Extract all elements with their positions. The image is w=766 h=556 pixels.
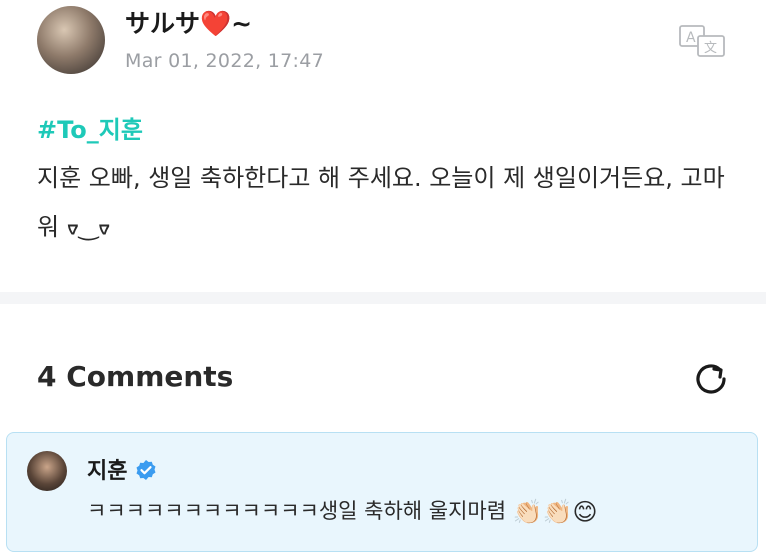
section-divider: [0, 292, 766, 304]
comment-text-body: ㅋㅋㅋㅋㅋㅋㅋㅋㅋㅋㅋㅋ생일 축하해 울지마렴: [87, 499, 513, 523]
translate-icon: A 文: [679, 25, 725, 57]
post-hashtag[interactable]: #To_지훈: [37, 110, 143, 145]
author-avatar[interactable]: [37, 6, 105, 74]
clapping-emoji-icon: 👏🏻👏🏻😊: [512, 498, 598, 526]
refresh-icon: [696, 364, 726, 394]
svg-text:A: A: [686, 30, 696, 46]
post-card: サルサ❤️~ Mar 01, 2022, 17:47 A 文 #To_지훈 지훈…: [0, 0, 766, 290]
post-timestamp: Mar 01, 2022, 17:47: [125, 50, 325, 72]
comments-count-title: 4 Comments: [37, 360, 234, 393]
comment-text: ㅋㅋㅋㅋㅋㅋㅋㅋㅋㅋㅋㅋ생일 축하해 울지마렴 👏🏻👏🏻😊: [87, 495, 598, 526]
post-body: 지훈 오빠, 생일 축하한다고 해 주세요. 오늘이 제 생일이거든요, 고마워…: [37, 164, 725, 241]
verified-icon: [136, 460, 156, 480]
commenter-avatar[interactable]: [27, 451, 67, 491]
author-name-text: サルサ: [125, 9, 201, 38]
commenter-name[interactable]: 지훈: [87, 453, 127, 485]
comment-item: 지훈 ㅋㅋㅋㅋㅋㅋㅋㅋㅋㅋㅋㅋ생일 축하해 울지마렴 👏🏻👏🏻😊: [6, 432, 758, 552]
heart-icon: ❤️: [200, 9, 232, 38]
translate-button[interactable]: A 文: [678, 24, 726, 58]
svg-text:文: 文: [704, 41, 717, 56]
author-name[interactable]: サルサ❤️~: [125, 4, 252, 40]
author-name-suffix: ~: [231, 9, 253, 38]
refresh-button[interactable]: [690, 358, 732, 400]
